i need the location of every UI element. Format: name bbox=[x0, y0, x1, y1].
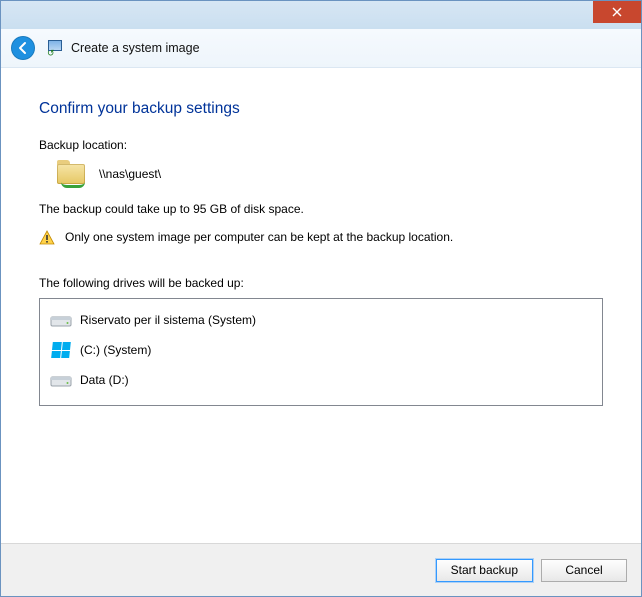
start-backup-button[interactable]: Start backup bbox=[436, 559, 533, 582]
page-title: Create a system image bbox=[71, 41, 200, 55]
hard-drive-icon bbox=[50, 311, 72, 329]
backup-location-path: \\nas\guest\ bbox=[99, 167, 161, 181]
system-image-icon: ↺ bbox=[47, 40, 63, 56]
warning-text: Only one system image per computer can b… bbox=[65, 230, 453, 244]
windows-flag-icon bbox=[51, 342, 71, 358]
drive-list-item[interactable]: (C:) (System) bbox=[44, 335, 598, 365]
drives-listbox[interactable]: Riservato per il sistema (System) (C:) (S… bbox=[39, 298, 603, 406]
drive-item-label: (C:) (System) bbox=[80, 343, 151, 357]
back-button[interactable] bbox=[11, 36, 35, 60]
drive-list-item[interactable]: Riservato per il sistema (System) bbox=[44, 305, 598, 335]
header-bar: ↺ Create a system image bbox=[1, 29, 641, 68]
titlebar bbox=[1, 1, 641, 29]
backup-location-row: \\nas\guest\ bbox=[39, 158, 603, 198]
content-area: Confirm your backup settings Backup loca… bbox=[9, 74, 633, 543]
drive-item-label: Data (D:) bbox=[80, 373, 129, 387]
network-folder-icon bbox=[57, 160, 89, 188]
backup-location-label: Backup location: bbox=[39, 138, 603, 152]
cancel-button[interactable]: Cancel bbox=[541, 559, 627, 582]
size-estimate-text: The backup could take up to 95 GB of dis… bbox=[39, 202, 603, 216]
close-button[interactable] bbox=[593, 1, 641, 23]
warning-icon bbox=[39, 230, 55, 246]
wizard-window: ↺ Create a system image Confirm your bac… bbox=[0, 0, 642, 597]
close-icon bbox=[612, 7, 622, 17]
drive-list-item[interactable]: Data (D:) bbox=[44, 365, 598, 395]
hard-drive-icon bbox=[50, 371, 72, 389]
footer-bar: Start backup Cancel bbox=[1, 543, 641, 596]
warning-row: Only one system image per computer can b… bbox=[39, 230, 603, 246]
back-arrow-icon bbox=[16, 41, 30, 55]
drives-label: The following drives will be backed up: bbox=[39, 276, 603, 290]
confirm-heading: Confirm your backup settings bbox=[39, 100, 603, 118]
drive-item-label: Riservato per il sistema (System) bbox=[80, 313, 256, 327]
